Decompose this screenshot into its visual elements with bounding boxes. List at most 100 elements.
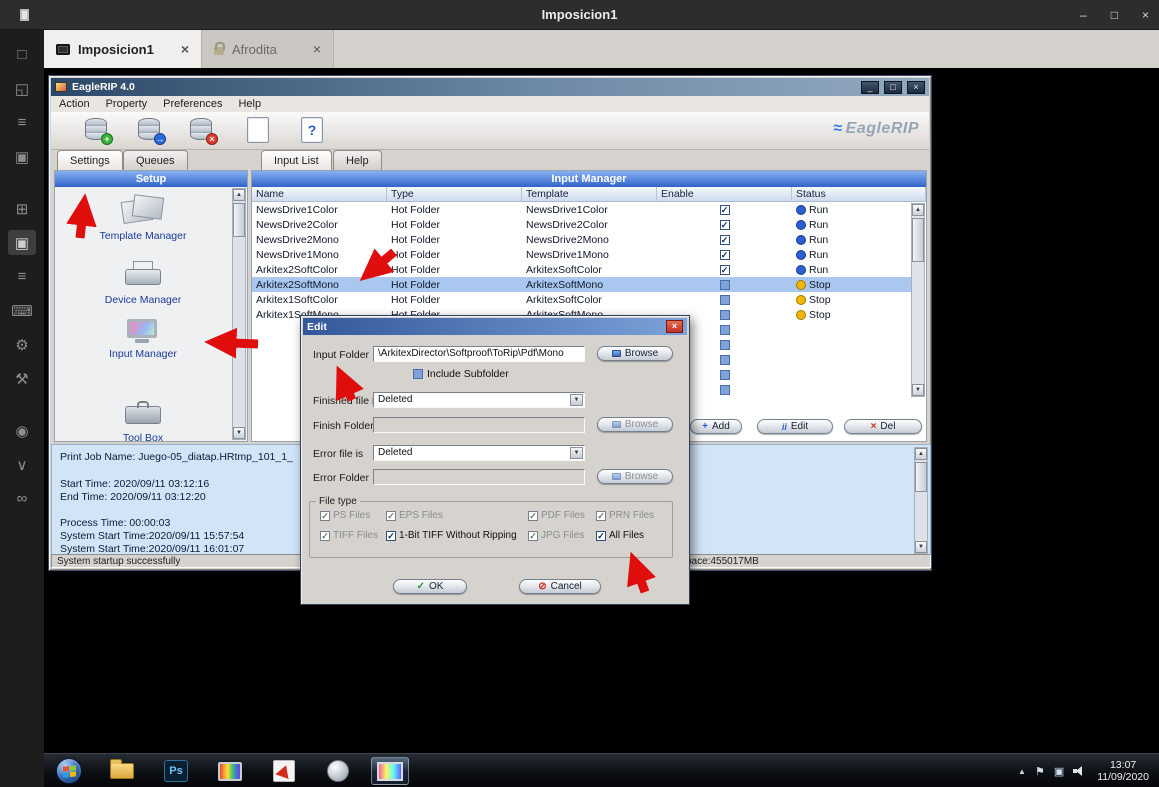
table-row[interactable]: Arkitex2SoftColor Hot Folder ArkitexSoft… — [252, 262, 912, 277]
tab-settings[interactable]: Settings — [57, 150, 123, 170]
input-add-icon[interactable]: + — [83, 117, 111, 144]
scroll-up-icon[interactable]: ▲ — [233, 189, 245, 201]
enable-checkbox[interactable] — [720, 295, 730, 305]
enable-checkbox[interactable]: ✓ — [720, 220, 730, 230]
link-icon[interactable]: ∞ — [8, 486, 36, 511]
enable-checkbox[interactable]: ✓ — [720, 205, 730, 215]
taskbar-explorer-button[interactable] — [105, 757, 139, 785]
camera-icon[interactable]: ◉ — [8, 418, 36, 443]
file-type-checkbox[interactable]: ✓ EPS Files — [386, 510, 528, 521]
tab-queues[interactable]: Queues — [123, 150, 188, 170]
job-info-scrollbar[interactable]: ▲ ▼ — [914, 447, 928, 554]
tools-icon[interactable]: ⚒ — [8, 366, 36, 391]
column-header[interactable]: Name — [252, 187, 387, 201]
file-type-checkbox[interactable]: ✓ All Files — [596, 530, 672, 541]
edit-button[interactable]: ii Edit — [757, 419, 833, 434]
combo-arrow-icon[interactable]: ▼ — [570, 394, 583, 406]
input-start-icon[interactable]: → — [136, 117, 164, 144]
panel-right-icon[interactable]: ▣ — [8, 144, 36, 169]
app-maximize-button[interactable]: □ — [884, 81, 902, 94]
input-delete-icon[interactable]: × — [188, 117, 216, 144]
ok-button[interactable]: ✓ OK — [393, 579, 467, 594]
file-type-checkbox[interactable]: ✓ PDF Files — [528, 510, 596, 521]
setup-item-device-manager[interactable]: Device Manager — [55, 261, 231, 306]
setup-scrollbar[interactable]: ▲ ▼ — [232, 188, 246, 440]
enable-checkbox[interactable]: ✓ — [720, 235, 730, 245]
scroll-thumb[interactable] — [912, 218, 924, 262]
del-button[interactable]: × Del — [844, 419, 922, 434]
enable-checkbox[interactable] — [720, 325, 730, 335]
table-row[interactable]: Arkitex1SoftColor Hot Folder ArkitexSoft… — [252, 292, 912, 307]
file-type-checkbox[interactable]: ✓ PS Files — [320, 510, 386, 521]
screen-region-icon[interactable]: □ — [8, 42, 36, 67]
column-header[interactable]: Template — [522, 187, 657, 201]
taskbar-browser-button[interactable] — [321, 757, 355, 785]
combo-arrow-icon[interactable]: ▼ — [570, 447, 583, 459]
error-file-select[interactable]: Deleted ▼ — [373, 445, 585, 461]
column-header[interactable]: Enable — [657, 187, 792, 201]
help-icon[interactable]: ? — [301, 117, 323, 143]
file-type-checkbox[interactable]: ✓ TIFF Files — [320, 530, 386, 541]
input-folder-field[interactable]: \ArkitexDirector\Softproof\ToRip\Pdf\Mon… — [373, 346, 585, 362]
chevron-down-icon[interactable]: ∨ — [8, 452, 36, 477]
list-icon[interactable]: ≡ — [8, 110, 36, 135]
tab-imposicion1[interactable]: Imposicion1 × — [44, 30, 202, 68]
table-scrollbar[interactable]: ▲ ▼ — [911, 203, 925, 397]
taskbar-graphics-button[interactable] — [213, 757, 247, 785]
column-header[interactable]: Type — [387, 187, 522, 201]
setup-item-input-manager[interactable]: Input Manager — [55, 319, 231, 360]
scroll-up-icon[interactable]: ▲ — [915, 448, 927, 460]
cancel-button[interactable]: ⊘ Cancel — [519, 579, 601, 594]
document-icon[interactable] — [247, 117, 269, 143]
keyboard-icon[interactable]: ⌨ — [8, 298, 36, 323]
volume-icon[interactable] — [1073, 766, 1085, 776]
taskbar-photoshop-button[interactable]: Ps — [159, 757, 193, 785]
file-type-checkbox[interactable]: ✓ PRN Files — [596, 510, 672, 521]
menu-item[interactable]: Help — [230, 97, 269, 111]
enable-checkbox[interactable] — [720, 310, 730, 320]
scroll-down-icon[interactable]: ▼ — [912, 384, 924, 396]
grid-icon[interactable]: ⊞ — [8, 196, 36, 221]
table-row[interactable]: NewsDrive1Mono Hot Folder NewsDrive1Mono… — [252, 247, 912, 262]
table-row[interactable]: NewsDrive2Color Hot Folder NewsDrive2Col… — [252, 217, 912, 232]
menu-item[interactable]: Action — [51, 97, 98, 111]
close-button[interactable]: × — [1142, 8, 1149, 22]
tray-display-icon[interactable]: ▣ — [1054, 765, 1064, 778]
taskbar-clock[interactable]: 13:07 11/09/2020 — [1097, 759, 1149, 783]
minimize-button[interactable]: – — [1080, 8, 1087, 22]
app-close-button[interactable]: × — [907, 81, 925, 94]
scroll-thumb[interactable] — [915, 462, 927, 492]
menu-icon[interactable]: ≡ — [8, 264, 36, 289]
table-row[interactable]: Arkitex2SoftMono Hot Folder ArkitexSoftM… — [252, 277, 912, 292]
tab-help[interactable]: Help — [333, 150, 382, 170]
enable-checkbox[interactable]: ✓ — [720, 250, 730, 260]
tab-close-icon[interactable]: × — [181, 41, 189, 57]
table-row[interactable]: NewsDrive1Color Hot Folder NewsDrive1Col… — [252, 202, 912, 217]
setup-item-template-manager[interactable]: Template Manager — [55, 195, 231, 242]
add-button[interactable]: + Add — [690, 419, 742, 434]
enable-checkbox[interactable] — [720, 280, 730, 290]
taskbar-pdf-button[interactable] — [267, 757, 301, 785]
enable-checkbox[interactable]: ✓ — [720, 265, 730, 275]
settings-gear-icon[interactable]: ⚙ — [8, 332, 36, 357]
input-folder-browse-button[interactable]: Browse — [597, 346, 673, 361]
table-row[interactable]: NewsDrive2Mono Hot Folder NewsDrive2Mono… — [252, 232, 912, 247]
file-type-checkbox[interactable]: ✓ JPG Files — [528, 530, 596, 541]
start-button[interactable] — [56, 758, 82, 784]
include-subfolder-checkbox[interactable]: Include Subfolder — [413, 368, 509, 380]
dialog-close-button[interactable]: × — [666, 320, 683, 333]
taskbar-eaglerip-button[interactable] — [371, 757, 409, 785]
tab-afrodita[interactable]: Afrodita × — [202, 30, 334, 68]
setup-item-tool-box[interactable]: Tool Box — [55, 397, 231, 444]
panel-switch-icon[interactable]: ▣ — [8, 230, 36, 255]
scroll-up-icon[interactable]: ▲ — [912, 204, 924, 216]
scroll-down-icon[interactable]: ▼ — [233, 427, 245, 439]
enable-checkbox[interactable] — [720, 370, 730, 380]
tab-close-icon[interactable]: × — [313, 41, 321, 57]
fullscreen-icon[interactable]: ◱ — [8, 76, 36, 101]
finished-file-select[interactable]: Deleted ▼ — [373, 392, 585, 408]
enable-checkbox[interactable] — [720, 340, 730, 350]
tray-expand-icon[interactable]: ▲ — [1018, 767, 1026, 776]
scroll-thumb[interactable] — [233, 203, 245, 237]
restore-button[interactable]: □ — [1111, 8, 1118, 22]
